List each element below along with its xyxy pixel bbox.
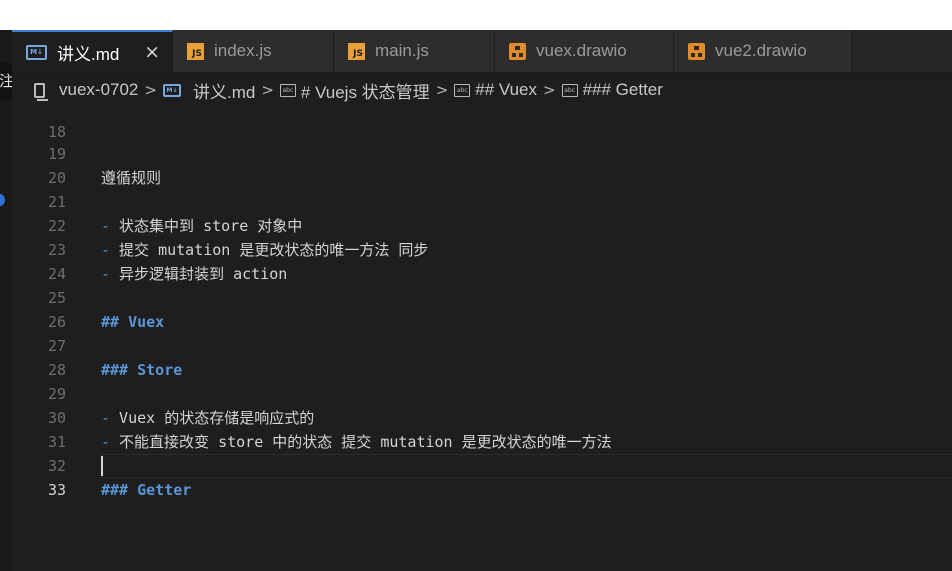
code-editor[interactable]: 18 19 遵循规则 20 21 - 状态集中到 store 对象中 22 - … (12, 107, 952, 571)
tab-vuex-drawio[interactable]: vuex.drawio (495, 30, 674, 72)
editor-line: 21 - 状态集中到 store 对象中 (12, 166, 952, 235)
js-file-icon: JS (187, 42, 204, 60)
symbol-string-icon: abc (279, 83, 296, 97)
breadcrumb-folder[interactable]: vuex-0702 (59, 80, 138, 100)
tab-index-js[interactable]: JS index.js (173, 30, 334, 72)
heading-text: ### Getter (101, 481, 192, 499)
drawio-icon (688, 42, 705, 60)
breadcrumb-separator: > (543, 81, 556, 99)
editor-line: 26 (12, 286, 952, 331)
symbol-string-icon: abc (561, 83, 578, 97)
breadcrumb-separator: > (144, 81, 157, 99)
js-file-icon: JS (348, 42, 365, 60)
breadcrumb-item-h2[interactable]: ## Vuex (475, 80, 537, 100)
left-strip (0, 30, 12, 571)
file-explorer-icon (34, 82, 48, 101)
tab-jiangyi-md[interactable]: M↓ 讲义.md × (12, 30, 173, 72)
editor-tab-bar: M↓ 讲义.md × JS index.js JS main.js vuex.d… (12, 30, 952, 73)
breadcrumb-item-h3[interactable]: ### Getter (583, 80, 663, 100)
editor-line: 31 (12, 406, 952, 451)
breadcrumb: vuex-0702 > M↓ 讲义.md > abc # Vuejs 状态管理 … (12, 73, 952, 107)
editor-line: 24 (12, 238, 952, 283)
editor-line: 27 ### Store (12, 310, 952, 379)
editor-line: 23 - 异步逻辑封装到 action (12, 214, 952, 283)
markdown-icon: M↓ (162, 83, 181, 97)
drawio-icon (509, 42, 526, 60)
tab-label: 讲义.md (57, 44, 120, 64)
editor-line: 30 - 不能直接改变 store 中的状态 提交 mutation 是更改状态… (12, 382, 952, 451)
tab-bar-empty-space (852, 30, 952, 72)
tab-label: main.js (375, 41, 429, 60)
editor-line: 28 (12, 334, 952, 379)
editor-line: 25 ## Vuex (12, 262, 952, 331)
text-cursor (101, 456, 103, 476)
symbol-string-icon: abc (454, 83, 471, 97)
tab-main-js[interactable]: JS main.js (334, 30, 495, 72)
top-white-area (0, 0, 952, 30)
breadcrumb-separator: > (261, 81, 274, 99)
editor-line: 29 - Vuex 的状态存储是响应式的 (12, 358, 952, 427)
tab-vue2-drawio[interactable]: vue2.drawio (674, 30, 852, 72)
breadcrumb-separator: > (435, 81, 449, 99)
breadcrumb-item-h1[interactable]: # Vuejs 状态管理 (301, 78, 430, 103)
editor-line: 32 ### Getter (12, 430, 952, 499)
line-number: 33 (47, 481, 66, 499)
breadcrumb-file[interactable]: 讲义.md (193, 78, 255, 103)
tab-label: vue2.drawio (715, 41, 807, 60)
editor-line-current: 33 (12, 454, 952, 499)
close-icon[interactable]: × (144, 41, 160, 63)
editor-line: 22 - 提交 mutation 是更改状态的唯一方法 同步 (12, 190, 952, 259)
tab-label: vuex.drawio (536, 41, 627, 60)
editor-line: 19 遵循规则 (12, 118, 952, 187)
editor-line: 20 (12, 142, 952, 187)
markdown-icon: M↓ (26, 44, 47, 60)
tab-label: index.js (214, 41, 272, 60)
